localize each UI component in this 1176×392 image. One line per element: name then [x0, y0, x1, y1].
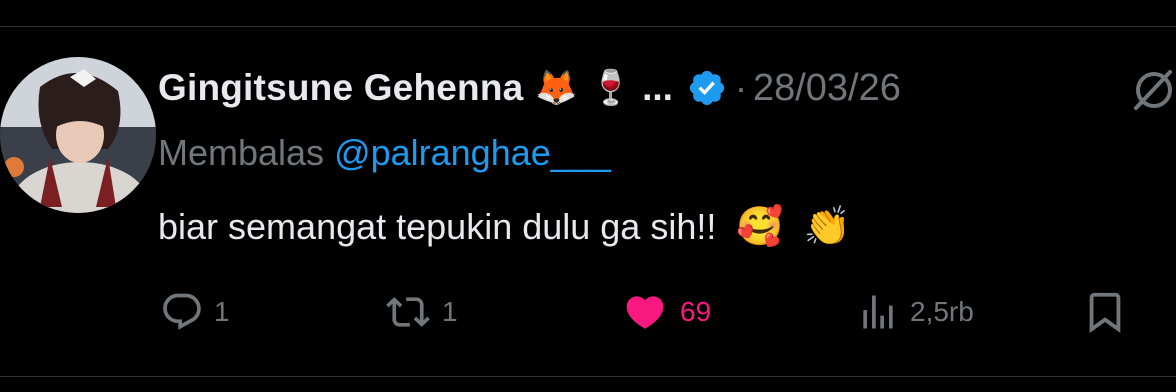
smiling-hearts-emoji: 🥰	[736, 204, 784, 248]
repost-count: 1	[442, 296, 458, 327]
reply-context: Membalas @palranghae___	[158, 132, 611, 174]
bottom-divider	[0, 376, 1176, 377]
grok-icon[interactable]	[1126, 68, 1176, 112]
reply-mention-link[interactable]: @palranghae___	[334, 132, 611, 173]
tweet-body: biar semangat tepukin dulu ga sih!! 🥰 👏	[158, 204, 851, 249]
separator-dot: ·	[734, 67, 747, 108]
fox-emoji: 🦊	[535, 68, 578, 108]
display-name[interactable]: Gingitsune Gehenna	[158, 67, 523, 109]
reply-count: 1	[214, 296, 230, 327]
reply-button[interactable]: 1	[160, 288, 230, 336]
avatar-image	[0, 57, 156, 213]
bookmark-button[interactable]	[1082, 288, 1128, 336]
heart-icon	[620, 290, 670, 334]
top-divider	[0, 26, 1176, 27]
wine-emoji: 🍷	[589, 68, 633, 108]
views-count: 2,5rb	[910, 296, 974, 327]
repost-icon	[384, 290, 432, 334]
views-icon	[856, 290, 900, 334]
like-count: 69	[680, 296, 712, 327]
tweet-date[interactable]: 28/03/26	[753, 67, 901, 110]
name-ellipsis: ...	[642, 67, 673, 108]
reply-icon	[160, 290, 204, 334]
repost-button[interactable]: 1	[384, 288, 458, 336]
avatar[interactable]	[0, 57, 156, 213]
tweet-header: Gingitsune Gehenna 🦊 🍷 ... · 28/03/26	[158, 60, 901, 116]
clapping-emoji: 👏	[803, 204, 852, 248]
tweet-text: biar semangat tepukin dulu ga sih!!	[158, 206, 717, 247]
views-button[interactable]: 2,5rb	[856, 288, 974, 336]
bookmark-icon	[1082, 289, 1128, 335]
verified-badge-icon	[687, 68, 727, 108]
like-button[interactable]: 69	[620, 288, 711, 336]
reply-label: Membalas	[158, 132, 325, 173]
